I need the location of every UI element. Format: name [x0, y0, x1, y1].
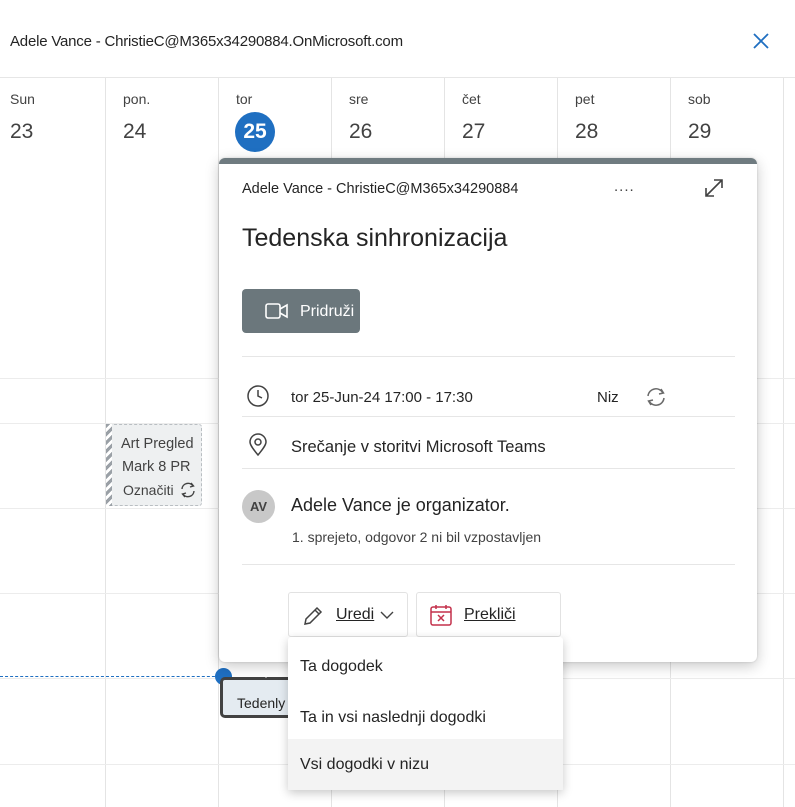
- day-header-fri[interactable]: pet 28: [565, 78, 678, 158]
- popup-color-bar: [219, 158, 757, 164]
- close-icon[interactable]: [750, 30, 772, 52]
- tentative-stripe: [106, 424, 112, 506]
- event-line: Art Pregled: [121, 436, 194, 452]
- day-name: Sun: [10, 91, 35, 107]
- day-number: 26: [349, 120, 373, 143]
- day-header-sun[interactable]: Sun 23: [0, 78, 113, 158]
- event-line: Označiti: [123, 482, 174, 498]
- day-header-mon[interactable]: pon. 24: [113, 78, 226, 158]
- chevron-down-icon: [380, 611, 394, 619]
- event-label: Tedenly: [237, 695, 286, 711]
- current-time-line: [0, 676, 225, 677]
- menu-item-all-series[interactable]: Vsi dogodki v nizu: [288, 739, 563, 790]
- avatar: AV: [242, 490, 275, 523]
- day-name: tor: [236, 91, 253, 107]
- divider: [242, 564, 735, 565]
- cancel-event-button[interactable]: Prekliči: [416, 592, 561, 637]
- more-options-button[interactable]: ....: [614, 178, 635, 195]
- pencil-icon: [304, 606, 323, 625]
- divider: [242, 356, 735, 357]
- day-name: čet: [462, 91, 481, 107]
- day-number: 27: [462, 120, 486, 143]
- event-datetime: tor 25-Jun-24 17:00 - 17:30: [291, 389, 473, 406]
- day-name: pon.: [123, 91, 151, 107]
- divider: [242, 468, 735, 469]
- window-title: Adele Vance - ChristieC@M365x34290884.On…: [10, 33, 403, 50]
- recurrence-label: Niz: [597, 389, 619, 406]
- refresh-recurrence-icon[interactable]: [643, 384, 669, 410]
- join-meeting-button[interactable]: Pridruži: [242, 289, 360, 333]
- menu-item-this-event[interactable]: Ta dogodek: [288, 641, 563, 692]
- event-title: Tedenska sinhronizacija: [242, 224, 508, 252]
- calendar-event-art-pregled[interactable]: Art Pregled Mark 8 PR Označiti: [106, 424, 202, 506]
- column-divider: [783, 78, 784, 807]
- join-label: Pridruži: [300, 303, 355, 320]
- day-header-wed[interactable]: sre 26: [339, 78, 452, 158]
- location-pin-icon: [249, 433, 267, 457]
- edit-scope-menu: Ta dogodek Ta in vsi naslednji dogodki V…: [288, 637, 563, 790]
- menu-item-label: Vsi dogodki v nizu: [300, 756, 429, 773]
- window-header: Adele Vance - ChristieC@M365x34290884.On…: [0, 0, 795, 78]
- day-name: sob: [688, 91, 711, 107]
- divider: [242, 416, 735, 417]
- day-name: sre: [349, 91, 369, 107]
- menu-item-label: Ta in vsi naslednji dogodki: [300, 709, 486, 726]
- event-line: Mark 8 PR: [122, 459, 191, 475]
- popup-pointer: [251, 660, 281, 678]
- today-date-badge[interactable]: 25: [235, 112, 275, 152]
- expand-icon[interactable]: [702, 176, 726, 200]
- organizer-text: Adele Vance je organizator.: [291, 495, 510, 515]
- day-number: 28: [575, 120, 599, 143]
- calendar-cancel-icon: [430, 605, 452, 626]
- day-number: 29: [688, 120, 712, 143]
- day-header-thu[interactable]: čet 27: [452, 78, 565, 158]
- video-camera-icon: [265, 303, 288, 319]
- menu-item-this-and-following[interactable]: Ta in vsi naslednji dogodki: [288, 692, 563, 743]
- popup-account: Adele Vance - ChristieC@M365x34290884: [242, 181, 519, 197]
- edit-label: Uredi: [336, 606, 375, 623]
- day-number: 24: [123, 120, 147, 143]
- day-name: pet: [575, 91, 595, 107]
- clock-icon: [247, 385, 269, 407]
- recurrence-icon: [181, 482, 195, 498]
- edit-button[interactable]: Uredi: [288, 592, 408, 637]
- event-details-popup: Adele Vance - ChristieC@M365x34290884 ..…: [219, 158, 757, 662]
- day-number: 23: [10, 120, 34, 143]
- day-header-sat[interactable]: sob 29: [678, 78, 791, 158]
- event-location: Srečanje v storitvi Microsoft Teams: [291, 438, 546, 456]
- response-summary: 1. sprejeto, odgovor 2 ni bil vzpostavlj…: [292, 529, 542, 545]
- menu-item-label: Ta dogodek: [300, 658, 383, 675]
- cancel-label: Prekliči: [464, 606, 516, 623]
